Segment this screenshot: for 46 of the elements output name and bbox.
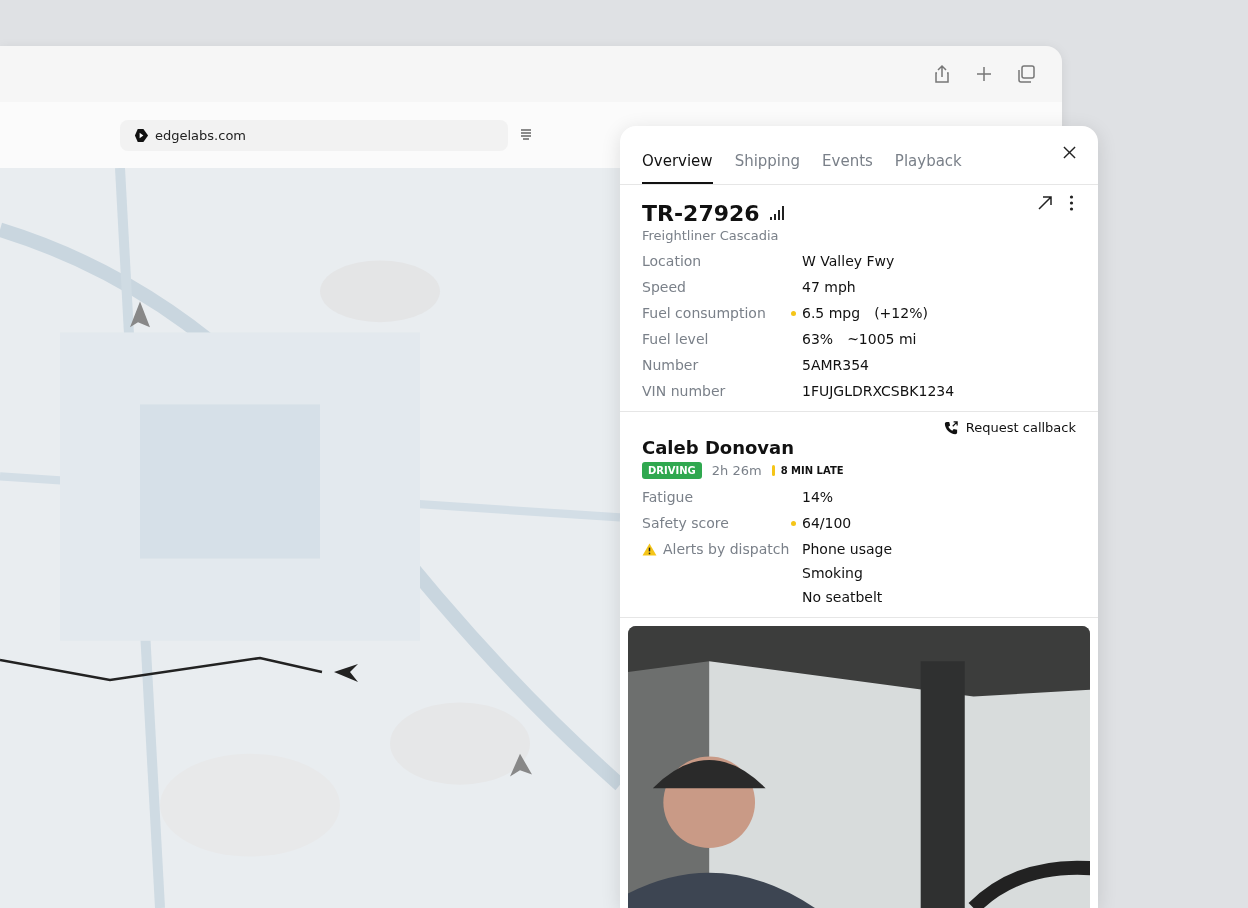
tab[interactable]: Playback — [894, 142, 962, 184]
expand-arrow-icon[interactable] — [1037, 195, 1053, 211]
field-label: Safety score — [642, 515, 729, 531]
vehicle-model: Freightliner Cascadia — [642, 228, 780, 243]
tab[interactable]: Events — [822, 142, 873, 184]
more-icon[interactable] — [1069, 195, 1074, 211]
field-value: 5AMR354 — [802, 357, 869, 373]
logo-icon — [134, 127, 149, 143]
field-value: No seatbelt — [802, 589, 883, 605]
duration-text: 2h 26m — [711, 463, 762, 478]
field-value: 64/100 — [802, 515, 852, 531]
field-label: Speed — [642, 279, 686, 295]
status-badge: DRIVING — [642, 462, 702, 479]
share-icon[interactable] — [932, 64, 952, 84]
close-icon[interactable] — [1063, 146, 1076, 159]
tab[interactable]: Shipping — [734, 142, 801, 184]
url-text: edgelabs.com — [155, 127, 246, 143]
field-label: Fatigue — [642, 489, 694, 505]
late-marker — [771, 465, 775, 476]
field-label: Alerts by dispatch — [663, 541, 790, 557]
delay-text: 8 MIN LATE — [780, 465, 844, 476]
reader-icon[interactable] — [518, 127, 534, 143]
field-value: 1FUJGLDRXCSBK1234 — [802, 383, 955, 399]
field-value: 14% — [802, 489, 834, 505]
field-value: Phone usage — [802, 541, 893, 557]
driver-name: Caleb Donovan — [642, 437, 796, 458]
phone-icon — [943, 420, 958, 435]
field-label: Location — [642, 253, 702, 269]
field-value: Smoking — [802, 565, 863, 581]
field-value: ~1005 mi — [847, 331, 917, 347]
signal-icon — [769, 206, 786, 220]
vehicle-id: TR-27926 — [642, 201, 760, 226]
field-value: W Valley Fwy — [802, 253, 895, 269]
request-callback-button[interactable]: Request callback — [943, 418, 1076, 437]
field-label: VIN number — [642, 383, 726, 399]
plus-icon[interactable] — [974, 64, 994, 84]
tabs-icon[interactable] — [1016, 64, 1036, 84]
tab[interactable]: Overview — [642, 142, 713, 184]
field-label: Fuel level — [642, 331, 709, 347]
field-value: 6.5 mpg — [802, 305, 861, 321]
address-bar[interactable]: edgelabs.com — [120, 119, 508, 151]
field-value: (+12%) — [874, 305, 928, 321]
field-label: Fuel consumption — [642, 305, 766, 321]
field-label: Number — [642, 357, 699, 373]
field-value: 47 mph — [802, 279, 856, 295]
field-value: 63% — [802, 331, 834, 347]
